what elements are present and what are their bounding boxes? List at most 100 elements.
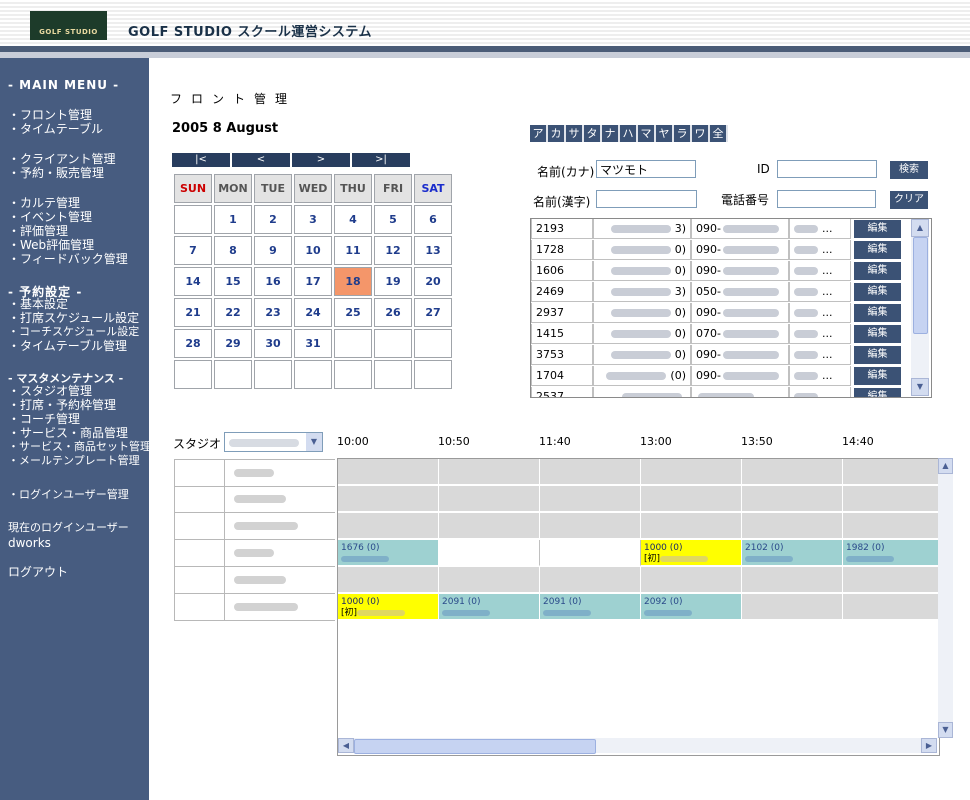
calendar-day[interactable]: 3 [294,205,332,234]
studio-select[interactable]: ▼ [224,432,323,452]
kana-filter-button[interactable]: 全 [710,125,728,142]
sidebar-item-event[interactable]: ・イベント管理 [8,210,92,224]
sidebar-item-feedback[interactable]: ・フィードバック管理 [8,252,128,266]
calendar-day[interactable]: 17 [294,267,332,296]
calendar-day[interactable]: 12 [374,236,412,265]
scroll-down-icon[interactable]: ▼ [911,378,929,396]
sidebar-item-timetable[interactable]: ・タイムテーブル [8,122,103,136]
sidebar-item-web-evaluation[interactable]: ・Web評価管理 [8,238,94,252]
calendar-day[interactable]: 5 [374,205,412,234]
id-input[interactable] [777,160,877,178]
grid-vertical-scrollbar[interactable]: ▲ ▼ [938,458,953,738]
calendar-day[interactable]: 29 [214,329,252,358]
booking-block[interactable]: 1000 (0) [初] [338,594,439,620]
calendar-day[interactable]: 8 [214,236,252,265]
calendar-day[interactable]: 9 [254,236,292,265]
calendar-day[interactable]: 20 [414,267,452,296]
calendar-day[interactable]: 6 [414,205,452,234]
calendar-day[interactable]: 15 [214,267,252,296]
kana-filter-button[interactable]: サ [566,125,584,142]
edit-button[interactable]: 編集 [854,241,901,259]
calendar-day[interactable]: 14 [174,267,212,296]
kanji-name-input[interactable] [596,190,697,208]
sidebar-item-coach[interactable]: ・コーチ管理 [8,412,80,426]
grid-scroll-thumb[interactable] [354,739,596,754]
clear-button[interactable]: クリア [890,191,928,209]
edit-button[interactable]: 編集 [854,367,901,385]
edit-button[interactable]: 編集 [854,388,901,397]
kana-filter-button[interactable]: ラ [674,125,692,142]
calendar-last-button[interactable]: >| [352,153,411,167]
scroll-up-icon[interactable]: ▲ [911,219,929,237]
search-button[interactable]: 検索 [890,161,928,179]
kana-filter-button[interactable]: ヤ [656,125,674,142]
booking-block[interactable]: 1676 (0) [338,540,439,566]
sidebar-item-client[interactable]: ・クライアント管理 [8,152,116,166]
calendar-prev-button[interactable]: < [232,153,291,167]
calendar-day[interactable]: 4 [334,205,372,234]
calendar-first-button[interactable]: |< [172,153,231,167]
calendar-day[interactable]: 7 [174,236,212,265]
calendar-day[interactable]: 31 [294,329,332,358]
edit-button[interactable]: 編集 [854,262,901,280]
sidebar-item-bay-schedule[interactable]: ・打席スケジュール設定 [8,311,139,325]
booking-block[interactable]: 1982 (0) [843,540,939,566]
sidebar-item-service-set[interactable]: ・サービス・商品セット管理 [8,440,151,454]
calendar-day[interactable]: 19 [374,267,412,296]
booking-block[interactable]: 2091 (0) [540,594,641,620]
grid-horizontal-scrollbar[interactable]: ◀ ▶ [338,738,937,754]
kana-filter-button[interactable]: マ [638,125,656,142]
edit-button[interactable]: 編集 [854,283,901,301]
calendar-day[interactable]: 27 [414,298,452,327]
calendar-day[interactable]: 22 [214,298,252,327]
sidebar-item-evaluation[interactable]: ・評価管理 [8,224,68,238]
calendar-day[interactable]: 25 [334,298,372,327]
open-slot[interactable] [540,540,641,566]
calendar-day[interactable]: 11 [334,236,372,265]
grid-scroll-up-icon[interactable]: ▲ [938,458,953,474]
logout-link[interactable]: ログアウト [8,565,68,579]
sidebar-item-reservation[interactable]: ・予約・販売管理 [8,166,104,180]
results-scrollbar[interactable]: ▲ ▼ [911,219,929,396]
kana-filter-button[interactable]: ア [530,125,548,142]
calendar-day[interactable]: 10 [294,236,332,265]
calendar-day[interactable]: 18 [334,267,372,296]
sidebar-item-service-product[interactable]: ・サービス・商品管理 [8,426,128,440]
calendar-day[interactable]: 16 [254,267,292,296]
sidebar-item-mail-template[interactable]: ・メールテンプレート管理 [8,454,140,468]
kana-filter-button[interactable]: ワ [692,125,710,142]
calendar-next-button[interactable]: > [292,153,351,167]
calendar-day[interactable]: 1 [214,205,252,234]
phone-input[interactable] [777,190,876,208]
results-scroll-thumb[interactable] [913,237,928,334]
sidebar-item-coach-schedule[interactable]: ・コーチスケジュール設定 [8,325,139,339]
calendar-day[interactable]: 24 [294,298,332,327]
calendar-day[interactable]: 2 [254,205,292,234]
calendar-day[interactable]: 26 [374,298,412,327]
calendar-day[interactable]: 23 [254,298,292,327]
sidebar-item-karte[interactable]: ・カルテ管理 [8,196,80,210]
booking-block[interactable]: 2102 (0) [742,540,843,566]
open-slot[interactable] [439,540,540,566]
kana-filter-button[interactable]: ナ [602,125,620,142]
edit-button[interactable]: 編集 [854,325,901,343]
edit-button[interactable]: 編集 [854,304,901,322]
chevron-down-icon[interactable]: ▼ [306,433,322,451]
sidebar-item-bay-slot[interactable]: ・打席・予約枠管理 [8,398,116,412]
booking-block[interactable]: 1000 (0) [初] [641,540,742,566]
calendar-day[interactable]: 13 [414,236,452,265]
booking-block[interactable]: 2092 (0) [641,594,742,620]
sidebar-item-basic-settings[interactable]: ・基本設定 [8,297,68,311]
calendar-day[interactable]: 28 [174,329,212,358]
sidebar-item-front[interactable]: ・フロント管理 [8,108,92,122]
scroll-left-icon[interactable]: ◀ [338,738,354,753]
calendar-day[interactable]: 30 [254,329,292,358]
booking-block[interactable]: 2091 (0) [439,594,540,620]
edit-button[interactable]: 編集 [854,346,901,364]
scroll-right-icon[interactable]: ▶ [921,738,937,753]
calendar-day[interactable]: 21 [174,298,212,327]
kana-filter-button[interactable]: ハ [620,125,638,142]
sidebar-item-studio[interactable]: ・スタジオ管理 [8,384,92,398]
grid-scroll-down-icon[interactable]: ▼ [938,722,953,738]
edit-button[interactable]: 編集 [854,220,901,238]
